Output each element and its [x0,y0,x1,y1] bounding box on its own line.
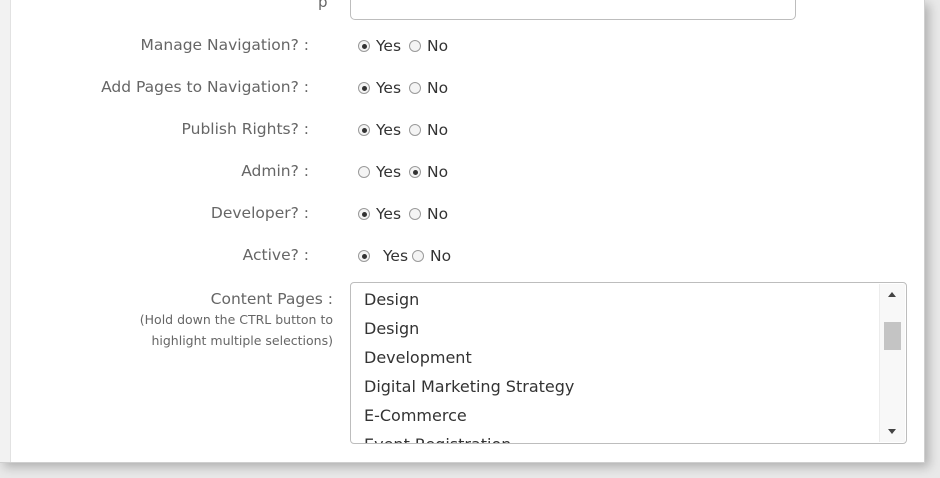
developer-no-radio[interactable] [409,208,422,220]
admin-no-radio[interactable] [409,166,422,178]
active-row: Active? : Yes No [0,244,900,266]
developer-no-label[interactable]: No [427,205,448,223]
active-yes-radio[interactable] [358,250,370,262]
content-page-option[interactable]: Design [364,285,876,314]
scrollbar-thumb[interactable] [884,322,901,350]
publish-rights-row: Publish Rights? : Yes No [0,118,900,140]
content-pages-label: Content Pages : [210,290,333,308]
admin-yes-label[interactable]: Yes [376,163,401,181]
active-no-label[interactable]: No [430,247,451,265]
content-page-option[interactable]: Design [364,314,876,343]
add-pages-navigation-yes-radio[interactable] [358,82,370,94]
content-pages-hint-line2: highlight multiple selections) [151,333,333,348]
admin-row: Admin? : Yes No [0,160,900,182]
publish-rights-yes-radio[interactable] [358,124,370,136]
publish-rights-yes-label[interactable]: Yes [376,121,401,139]
listbox-scrollbar[interactable] [879,284,905,442]
admin-no-label[interactable]: No [427,163,448,181]
developer-yes-radio[interactable] [358,208,370,220]
scroll-up-arrow-icon[interactable] [888,292,896,297]
manage-navigation-yes-radio[interactable] [358,40,370,52]
active-no-radio[interactable] [412,250,425,262]
admin-label: Admin? : [241,162,309,180]
add-pages-navigation-no-label[interactable]: No [427,79,448,97]
active-yes-label[interactable]: Yes [383,247,408,265]
field-label-partial: p [318,0,328,11]
content-pages-listbox[interactable]: Design Design Development Digital Market… [350,282,907,444]
text-input-top[interactable] [350,0,796,20]
add-pages-navigation-row: Add Pages to Navigation? : Yes No [0,76,900,98]
content-pages-hint-line1: (Hold down the CTRL button to [139,312,333,327]
add-pages-navigation-yes-label[interactable]: Yes [376,79,401,97]
add-pages-navigation-no-radio[interactable] [409,82,422,94]
add-pages-navigation-label: Add Pages to Navigation? : [101,78,309,96]
manage-navigation-no-label[interactable]: No [427,37,448,55]
content-page-option[interactable]: E-Commerce [364,401,876,430]
scroll-down-arrow-icon[interactable] [888,429,896,434]
developer-row: Developer? : Yes No [0,202,900,224]
content-page-option[interactable]: Event Registration [364,430,876,443]
publish-rights-no-radio[interactable] [409,124,422,136]
content-page-option[interactable]: Development [364,343,876,372]
manage-navigation-row: Manage Navigation? : Yes No [0,34,900,56]
manage-navigation-label: Manage Navigation? : [140,36,309,54]
publish-rights-no-label[interactable]: No [427,121,448,139]
admin-yes-radio[interactable] [358,166,370,178]
manage-navigation-yes-label[interactable]: Yes [376,37,401,55]
form-panel: p Manage Navigation? : Yes No Add Pages … [0,0,925,463]
content-page-option[interactable]: Digital Marketing Strategy [364,372,876,401]
left-border [0,0,11,462]
active-label: Active? : [242,246,309,264]
content-pages-label-block: Content Pages : (Hold down the CTRL butt… [140,289,333,351]
manage-navigation-no-radio[interactable] [409,40,422,52]
developer-label: Developer? : [210,204,309,222]
developer-yes-label[interactable]: Yes [376,205,401,223]
publish-rights-label: Publish Rights? : [181,120,309,138]
